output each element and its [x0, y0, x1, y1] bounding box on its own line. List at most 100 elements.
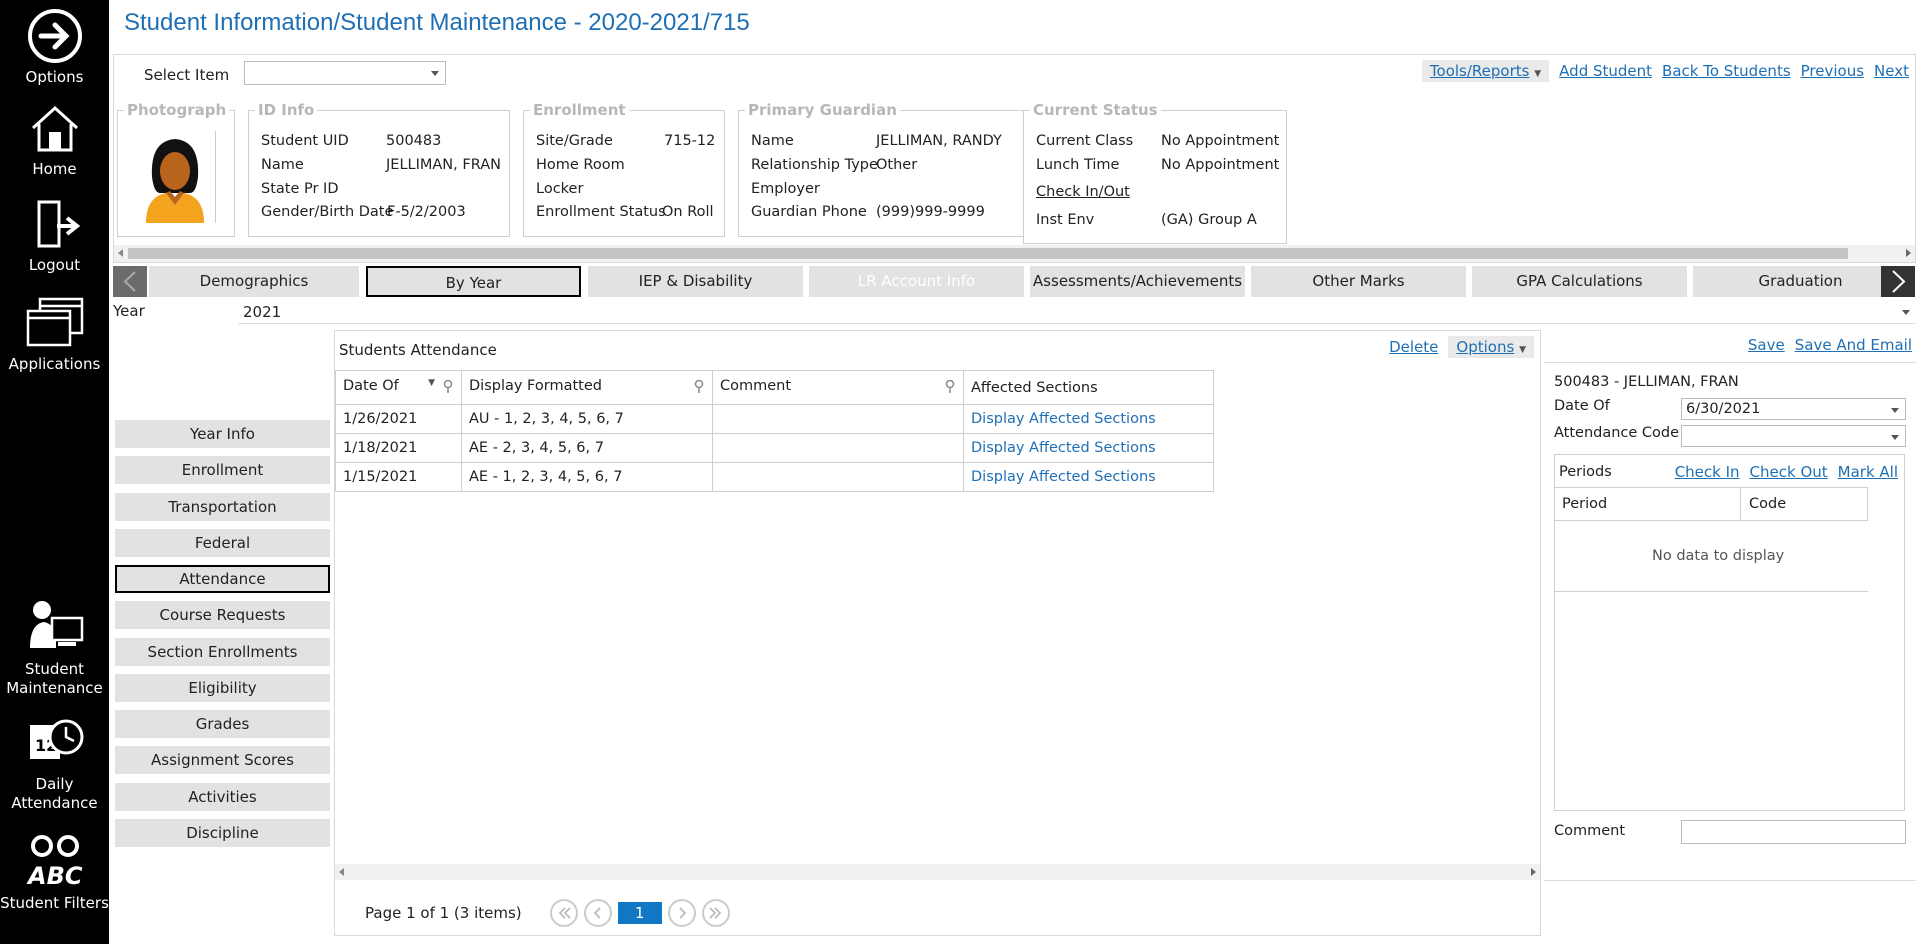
col-date-of[interactable]: Date Of ▼ — [335, 370, 462, 405]
options-nav-item[interactable]: Options — [0, 8, 109, 87]
sort-desc-icon[interactable]: ▼ — [428, 378, 435, 388]
scroll-right-icon[interactable] — [1906, 249, 1911, 257]
tab-demographics[interactable]: Demographics — [149, 266, 359, 297]
check-in-out-link[interactable]: Check In/Out — [1036, 184, 1130, 200]
calendar-clock-icon: 12 — [29, 719, 83, 759]
inst-env-value: (GA) Group A — [1161, 212, 1257, 228]
menu-federal[interactable]: Federal — [115, 529, 330, 557]
previous-link[interactable]: Previous — [1801, 62, 1864, 80]
applications-label: Applications — [8, 355, 101, 373]
check-out-link[interactable]: Check Out — [1750, 463, 1828, 481]
menu-assignment-scores[interactable]: Assignment Scores — [115, 746, 330, 774]
col-comment[interactable]: Comment — [712, 370, 964, 405]
daily-attendance-nav-item[interactable]: 12 Daily Attendance — [0, 715, 109, 813]
table-row[interactable]: 1/18/2021 AE - 2, 3, 4, 5, 6, 7 Display … — [335, 433, 1214, 463]
menu-discipline[interactable]: Discipline — [115, 819, 330, 847]
app-sidebar: Options Home Logout Applications Student… — [0, 0, 109, 944]
mark-all-link[interactable]: Mark All — [1838, 463, 1898, 481]
house-icon — [31, 105, 78, 152]
attendance-table: Date Of ▼ Display Formatted Comment Affe… — [335, 370, 1214, 492]
cell-display: AU - 1, 2, 3, 4, 5, 6, 7 — [461, 404, 713, 434]
options-button[interactable]: Options ▼ — [1448, 336, 1534, 358]
scroll-left-icon[interactable] — [339, 868, 344, 876]
period-column-header[interactable]: Period — [1562, 496, 1607, 512]
display-affected-sections-link[interactable]: Display Affected Sections — [963, 433, 1214, 463]
scroll-thumb[interactable] — [128, 248, 1848, 259]
tab-scroll-left-button[interactable] — [113, 266, 147, 297]
pager: Page 1 of 1 (3 items) 1 — [365, 899, 730, 927]
scroll-left-icon[interactable] — [118, 249, 123, 257]
menu-eligibility[interactable]: Eligibility — [115, 674, 330, 702]
state-pr-id-label: State Pr ID — [261, 181, 339, 197]
enrollment-status-label: Enrollment Status — [536, 204, 666, 220]
guardian-name-label: Name — [751, 133, 794, 149]
back-to-students-link[interactable]: Back To Students — [1662, 62, 1791, 80]
year-dropdown[interactable]: 2021 — [238, 301, 1916, 324]
menu-year-info[interactable]: Year Info — [115, 420, 330, 448]
menu-transportation[interactable]: Transportation — [115, 493, 330, 521]
last-page-icon[interactable] — [701, 899, 730, 927]
grid-horizontal-scrollbar[interactable] — [335, 864, 1540, 880]
attendance-code-dropdown[interactable] — [1681, 425, 1906, 447]
menu-section-enrollments[interactable]: Section Enrollments — [115, 638, 330, 666]
menu-attendance[interactable]: Attendance — [115, 565, 330, 593]
tab-gpa-calculations[interactable]: GPA Calculations — [1472, 266, 1687, 297]
add-student-link[interactable]: Add Student — [1559, 62, 1652, 80]
menu-activities[interactable]: Activities — [115, 783, 330, 811]
display-affected-sections-link[interactable]: Display Affected Sections — [963, 404, 1214, 434]
logout-nav-item[interactable]: Logout — [0, 196, 109, 275]
periods-actions: Check In Check Out Mark All — [1675, 463, 1898, 481]
menu-enrollment[interactable]: Enrollment — [115, 456, 330, 484]
tab-graduation[interactable]: Graduation — [1693, 266, 1908, 297]
tab-by-year[interactable]: By Year — [366, 266, 581, 297]
delete-link[interactable]: Delete — [1389, 338, 1438, 356]
check-in-link[interactable]: Check In — [1675, 463, 1740, 481]
tab-assessments-achievements[interactable]: Assessments/Achievements — [1030, 266, 1245, 297]
date-of-value: 6/30/2021 — [1686, 401, 1761, 417]
tab-other-marks[interactable]: Other Marks — [1251, 266, 1466, 297]
comment-input[interactable] — [1681, 820, 1906, 844]
code-column-header[interactable]: Code — [1749, 496, 1786, 512]
tab-scroll-right-button[interactable] — [1881, 266, 1915, 297]
display-affected-sections-link[interactable]: Display Affected Sections — [963, 462, 1214, 492]
save-and-email-link[interactable]: Save And Email — [1795, 336, 1912, 354]
menu-grades[interactable]: Grades — [115, 710, 330, 738]
relationship-value: Other — [876, 157, 918, 173]
inst-env-label: Inst Env — [1036, 212, 1095, 228]
scroll-right-icon[interactable] — [1531, 868, 1536, 876]
options-label: Options — [25, 68, 84, 86]
relationship-label: Relationship Type — [751, 157, 878, 173]
pin-icon[interactable] — [443, 379, 453, 397]
tab-iep-disability[interactable]: IEP & Disability — [588, 266, 803, 297]
employer-label: Employer — [751, 181, 820, 197]
next-link[interactable]: Next — [1874, 62, 1909, 80]
menu-course-requests[interactable]: Course Requests — [115, 601, 330, 629]
tools-reports-button[interactable]: Tools/Reports ▼ — [1421, 60, 1550, 82]
pin-icon[interactable] — [694, 379, 704, 397]
col-display-formatted[interactable]: Display Formatted — [461, 370, 713, 405]
pin-icon[interactable] — [945, 379, 955, 397]
home-nav-item[interactable]: Home — [0, 100, 109, 179]
col-affected-sections[interactable]: Affected Sections — [963, 370, 1214, 405]
save-link[interactable]: Save — [1748, 336, 1785, 354]
periods-title: Periods — [1559, 464, 1612, 480]
col-date-of-label: Date Of — [343, 378, 399, 394]
enrollment-legend: Enrollment — [533, 101, 626, 119]
student-filters-nav-item[interactable]: ABC Student Filters — [0, 834, 109, 913]
next-page-icon[interactable] — [667, 899, 696, 927]
table-row[interactable]: 1/15/2021 AE - 1, 2, 3, 4, 5, 6, 7 Displ… — [335, 462, 1214, 492]
attendance-edit-panel: Save Save And Email 500483 - JELLIMAN, F… — [1544, 330, 1916, 936]
page-number-button[interactable]: 1 — [617, 902, 662, 924]
enrollment-panel: Enrollment Site/Grade 715-12 Home Room L… — [523, 101, 725, 237]
header-horizontal-scrollbar[interactable] — [114, 245, 1915, 262]
first-page-icon[interactable] — [549, 899, 578, 927]
page-title: Student Information/Student Maintenance … — [124, 9, 750, 36]
previous-page-icon[interactable] — [583, 899, 612, 927]
select-item-dropdown[interactable] — [244, 61, 446, 85]
year-value: 2021 — [243, 303, 282, 321]
student-maintenance-nav-item[interactable]: Student Maintenance — [0, 596, 109, 698]
table-row[interactable]: 1/26/2021 AU - 1, 2, 3, 4, 5, 6, 7 Displ… — [335, 404, 1214, 434]
date-of-dropdown[interactable]: 6/30/2021 — [1681, 398, 1906, 420]
tools-reports-label: Tools/Reports — [1429, 62, 1530, 80]
applications-nav-item[interactable]: Applications — [0, 295, 109, 374]
